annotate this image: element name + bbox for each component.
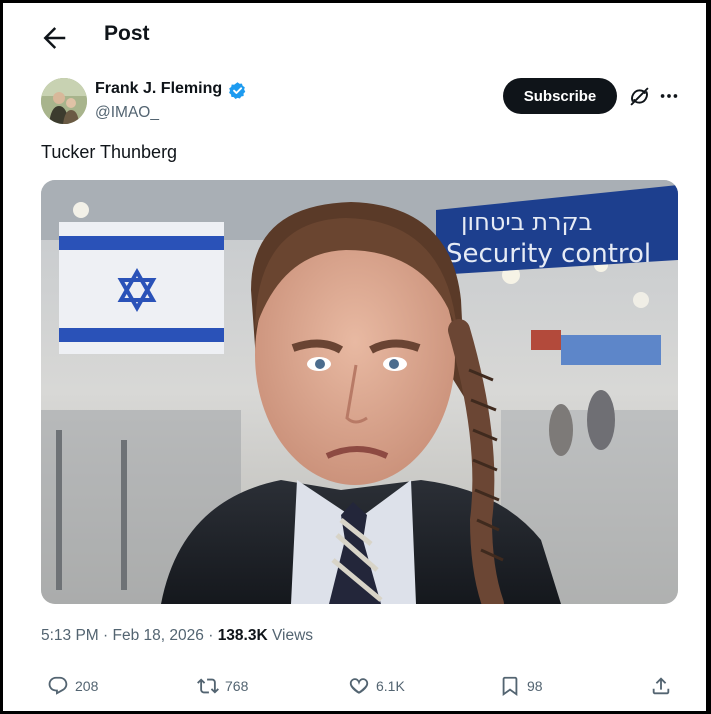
back-arrow-icon [43, 27, 66, 49]
like-button[interactable]: 6.1K [348, 673, 405, 699]
post-time[interactable]: 5:13 PM [41, 627, 99, 644]
avatar-image [41, 78, 87, 124]
repost-button[interactable]: 768 [197, 673, 248, 699]
post-date[interactable]: Feb 18, 2026 [113, 627, 204, 644]
like-count: 6.1K [376, 678, 405, 694]
author-handle[interactable]: @IMAO_ [95, 104, 159, 122]
action-bar: 208 768 6.1K 98 [3, 673, 706, 703]
views-count: 138.3K [217, 627, 268, 644]
repost-icon [197, 678, 219, 694]
meta-separator-2: · [208, 627, 214, 644]
bookmark-count: 98 [527, 678, 543, 694]
views-label: Views [271, 627, 314, 644]
svg-text:בקרת ביטחון: בקרת ביטחון [461, 208, 592, 236]
header-bar: Post [3, 3, 706, 65]
more-icon[interactable] [658, 85, 680, 107]
bookmark-button[interactable]: 98 [499, 673, 543, 699]
like-icon [349, 678, 369, 694]
bookmark-icon [502, 676, 518, 697]
author-name[interactable]: Frank J. Fleming [95, 80, 222, 98]
grok-icon[interactable] [629, 86, 650, 107]
reply-button[interactable]: 208 [47, 673, 98, 699]
post-card: Post Frank J. Fleming @IMAO_ Subscribe T… [3, 3, 706, 711]
svg-text:Security control: Security control [446, 239, 651, 269]
page-title: Post [104, 22, 150, 45]
post-meta: 5:13 PM · Feb 18, 2026 · 138.3K Views [41, 627, 313, 645]
avatar[interactable] [41, 78, 87, 124]
reply-count: 208 [75, 678, 99, 694]
share-icon [652, 677, 670, 695]
flag-banner [59, 222, 224, 354]
repost-count: 768 [225, 678, 249, 694]
subscribe-button[interactable]: Subscribe [503, 78, 617, 114]
tweet-text: Tucker Thunberg [41, 142, 178, 162]
reply-icon [48, 676, 68, 695]
share-button[interactable] [650, 673, 678, 699]
verified-badge-icon [229, 82, 246, 99]
meta-separator: · [103, 627, 109, 644]
back-button[interactable] [39, 23, 69, 53]
post-image[interactable]: בקרת ביטחון Security control [41, 180, 678, 604]
